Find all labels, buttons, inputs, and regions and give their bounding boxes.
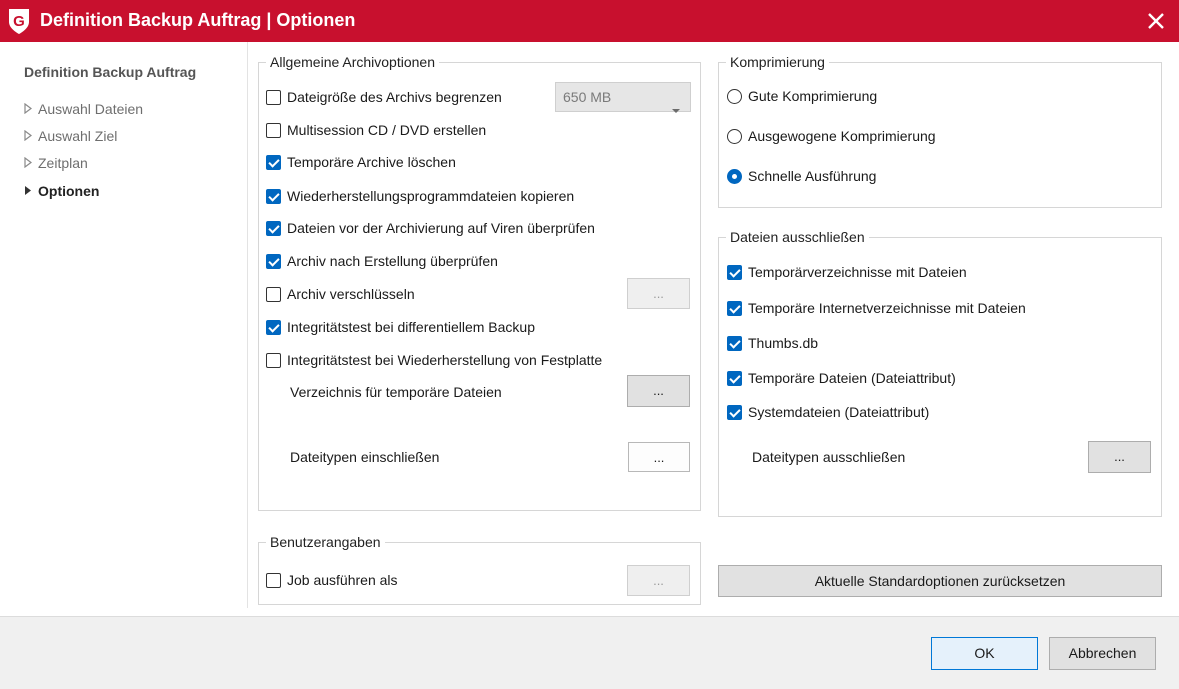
sidebar-item-label: Auswahl Dateien [38,101,144,117]
checkbox[interactable] [266,572,281,588]
checkbox-label: Dateien vor der Archivierung auf Viren ü… [287,220,595,236]
run-as-button[interactable]: ... [627,565,690,596]
radio-button[interactable] [727,128,742,144]
chevron-right-icon [24,128,38,144]
radio-balanced-compression[interactable]: Ausgewogene Komprimierung [727,128,936,144]
chevron-right-icon [24,101,38,117]
group-title: Benutzerangaben [266,534,385,550]
checkbox[interactable] [727,404,742,420]
integrity-restore-checkbox-row[interactable]: Integritätstest bei Wiederherstellung vo… [266,352,602,368]
checkbox-label: Integritätstest bei Wiederherstellung vo… [287,352,603,368]
sidebar-item-optionen[interactable]: Optionen [24,183,99,199]
sidebar-title: Definition Backup Auftrag [24,64,197,80]
checkbox[interactable] [266,352,281,368]
checkbox-label: Systemdateien (Dateiattribut) [748,404,930,420]
checkbox-label: Archiv verschlüsseln [287,286,415,302]
radio-good-compression[interactable]: Gute Komprimierung [727,88,877,104]
checkbox-label: Job ausführen als [287,572,398,588]
copy-restore-files-checkbox-row[interactable]: Wiederherstellungsprogrammdateien kopier… [266,188,574,204]
chevron-right-icon [24,155,38,171]
integrity-diff-checkbox-row[interactable]: Integritätstest bei differentiellem Back… [266,319,535,335]
checkbox[interactable] [727,370,742,386]
sidebar-item-label: Auswahl Ziel [38,128,118,144]
checkbox[interactable] [727,300,742,316]
chevron-right-filled-icon [24,183,38,199]
encrypt-options-button[interactable]: ... [627,278,690,309]
checkbox-label: Temporärverzeichnisse mit Dateien [748,264,967,280]
checkbox[interactable] [266,220,281,236]
checkbox-label: Thumbs.db [748,335,819,351]
checkbox[interactable] [266,286,281,302]
dialog-footer: OK Abbrechen [0,616,1179,689]
ok-button[interactable]: OK [931,637,1038,670]
sidebar-item-label: Optionen [38,183,100,199]
sidebar-item-auswahl-ziel[interactable]: Auswahl Ziel [24,128,117,144]
checkbox[interactable] [727,335,742,351]
checkbox[interactable] [727,264,742,280]
checkbox[interactable] [266,319,281,335]
archive-size-select[interactable]: 650 MB [555,82,691,113]
checkbox-label: Archiv nach Erstellung überprüfen [287,253,498,269]
exclude-system-attr-checkbox-row[interactable]: Systemdateien (Dateiattribut) [727,404,929,420]
exclude-internet-temp-checkbox-row[interactable]: Temporäre Internetverzeichnisse mit Date… [727,300,1026,316]
title-bar: G Definition Backup Auftrag | Optionen [0,0,1179,42]
checkbox[interactable] [266,89,281,105]
radio-fast-execution[interactable]: Schnelle Ausführung [727,168,876,184]
cancel-button[interactable]: Abbrechen [1049,637,1156,670]
group-title: Dateien ausschließen [726,229,869,245]
encrypt-archive-checkbox-row[interactable]: Archiv verschlüsseln [266,286,415,302]
checkbox-label: Temporäre Archive löschen [287,154,456,170]
radio-label: Ausgewogene Komprimierung [748,128,936,144]
checkbox-label: Dateigröße des Archivs begrenzen [287,89,502,105]
run-as-checkbox-row[interactable]: Job ausführen als [266,572,398,588]
sidebar-divider [247,42,248,608]
limit-archive-size-checkbox-row[interactable]: Dateigröße des Archivs begrenzen [266,89,502,105]
group-title: Komprimierung [726,54,829,70]
checkbox-label: Temporäre Internetverzeichnisse mit Date… [748,300,1026,316]
include-types-button[interactable]: ... [628,442,690,472]
sidebar-item-zeitplan[interactable]: Zeitplan [24,155,88,171]
group-title: Allgemeine Archivoptionen [266,54,439,70]
checkbox-label: Wiederherstellungsprogrammdateien kopier… [287,188,575,204]
sidebar-item-label: Zeitplan [38,155,88,171]
select-value: 650 MB [563,89,612,105]
include-types-label: Dateitypen einschließen [290,449,440,465]
temp-dir-button[interactable]: ... [627,375,690,407]
exclude-temp-dirs-checkbox-row[interactable]: Temporärverzeichnisse mit Dateien [727,264,967,280]
chevron-down-icon [671,95,681,123]
reset-defaults-button[interactable]: Aktuelle Standardoptionen zurücksetzen [718,565,1162,597]
checkbox[interactable] [266,253,281,269]
close-icon [1148,13,1164,29]
checkbox-label: Multisession CD / DVD erstellen [287,122,487,138]
radio-label: Gute Komprimierung [748,88,878,104]
sidebar-item-auswahl-dateien[interactable]: Auswahl Dateien [24,101,143,117]
checkbox[interactable] [266,154,281,170]
multisession-checkbox-row[interactable]: Multisession CD / DVD erstellen [266,122,486,138]
checkbox-label: Temporäre Dateien (Dateiattribut) [748,370,956,386]
gdata-logo-icon: G [7,7,31,35]
checkbox[interactable] [266,188,281,204]
svg-text:G: G [13,13,25,30]
temp-dir-label: Verzeichnis für temporäre Dateien [290,384,502,400]
exclude-types-button[interactable]: ... [1088,441,1151,473]
delete-temp-archives-checkbox-row[interactable]: Temporäre Archive löschen [266,154,456,170]
radio-button[interactable] [727,168,742,184]
exclude-temp-attr-checkbox-row[interactable]: Temporäre Dateien (Dateiattribut) [727,370,956,386]
verify-archive-checkbox-row[interactable]: Archiv nach Erstellung überprüfen [266,253,498,269]
radio-label: Schnelle Ausführung [748,168,877,184]
radio-button[interactable] [727,88,742,104]
checkbox[interactable] [266,122,281,138]
checkbox-label: Integritätstest bei differentiellem Back… [287,319,535,335]
exclude-types-label: Dateitypen ausschließen [752,449,906,465]
close-button[interactable] [1133,0,1179,42]
virus-check-checkbox-row[interactable]: Dateien vor der Archivierung auf Viren ü… [266,220,595,236]
exclude-thumbs-checkbox-row[interactable]: Thumbs.db [727,335,818,351]
window-title: Definition Backup Auftrag | Optionen [40,10,356,30]
